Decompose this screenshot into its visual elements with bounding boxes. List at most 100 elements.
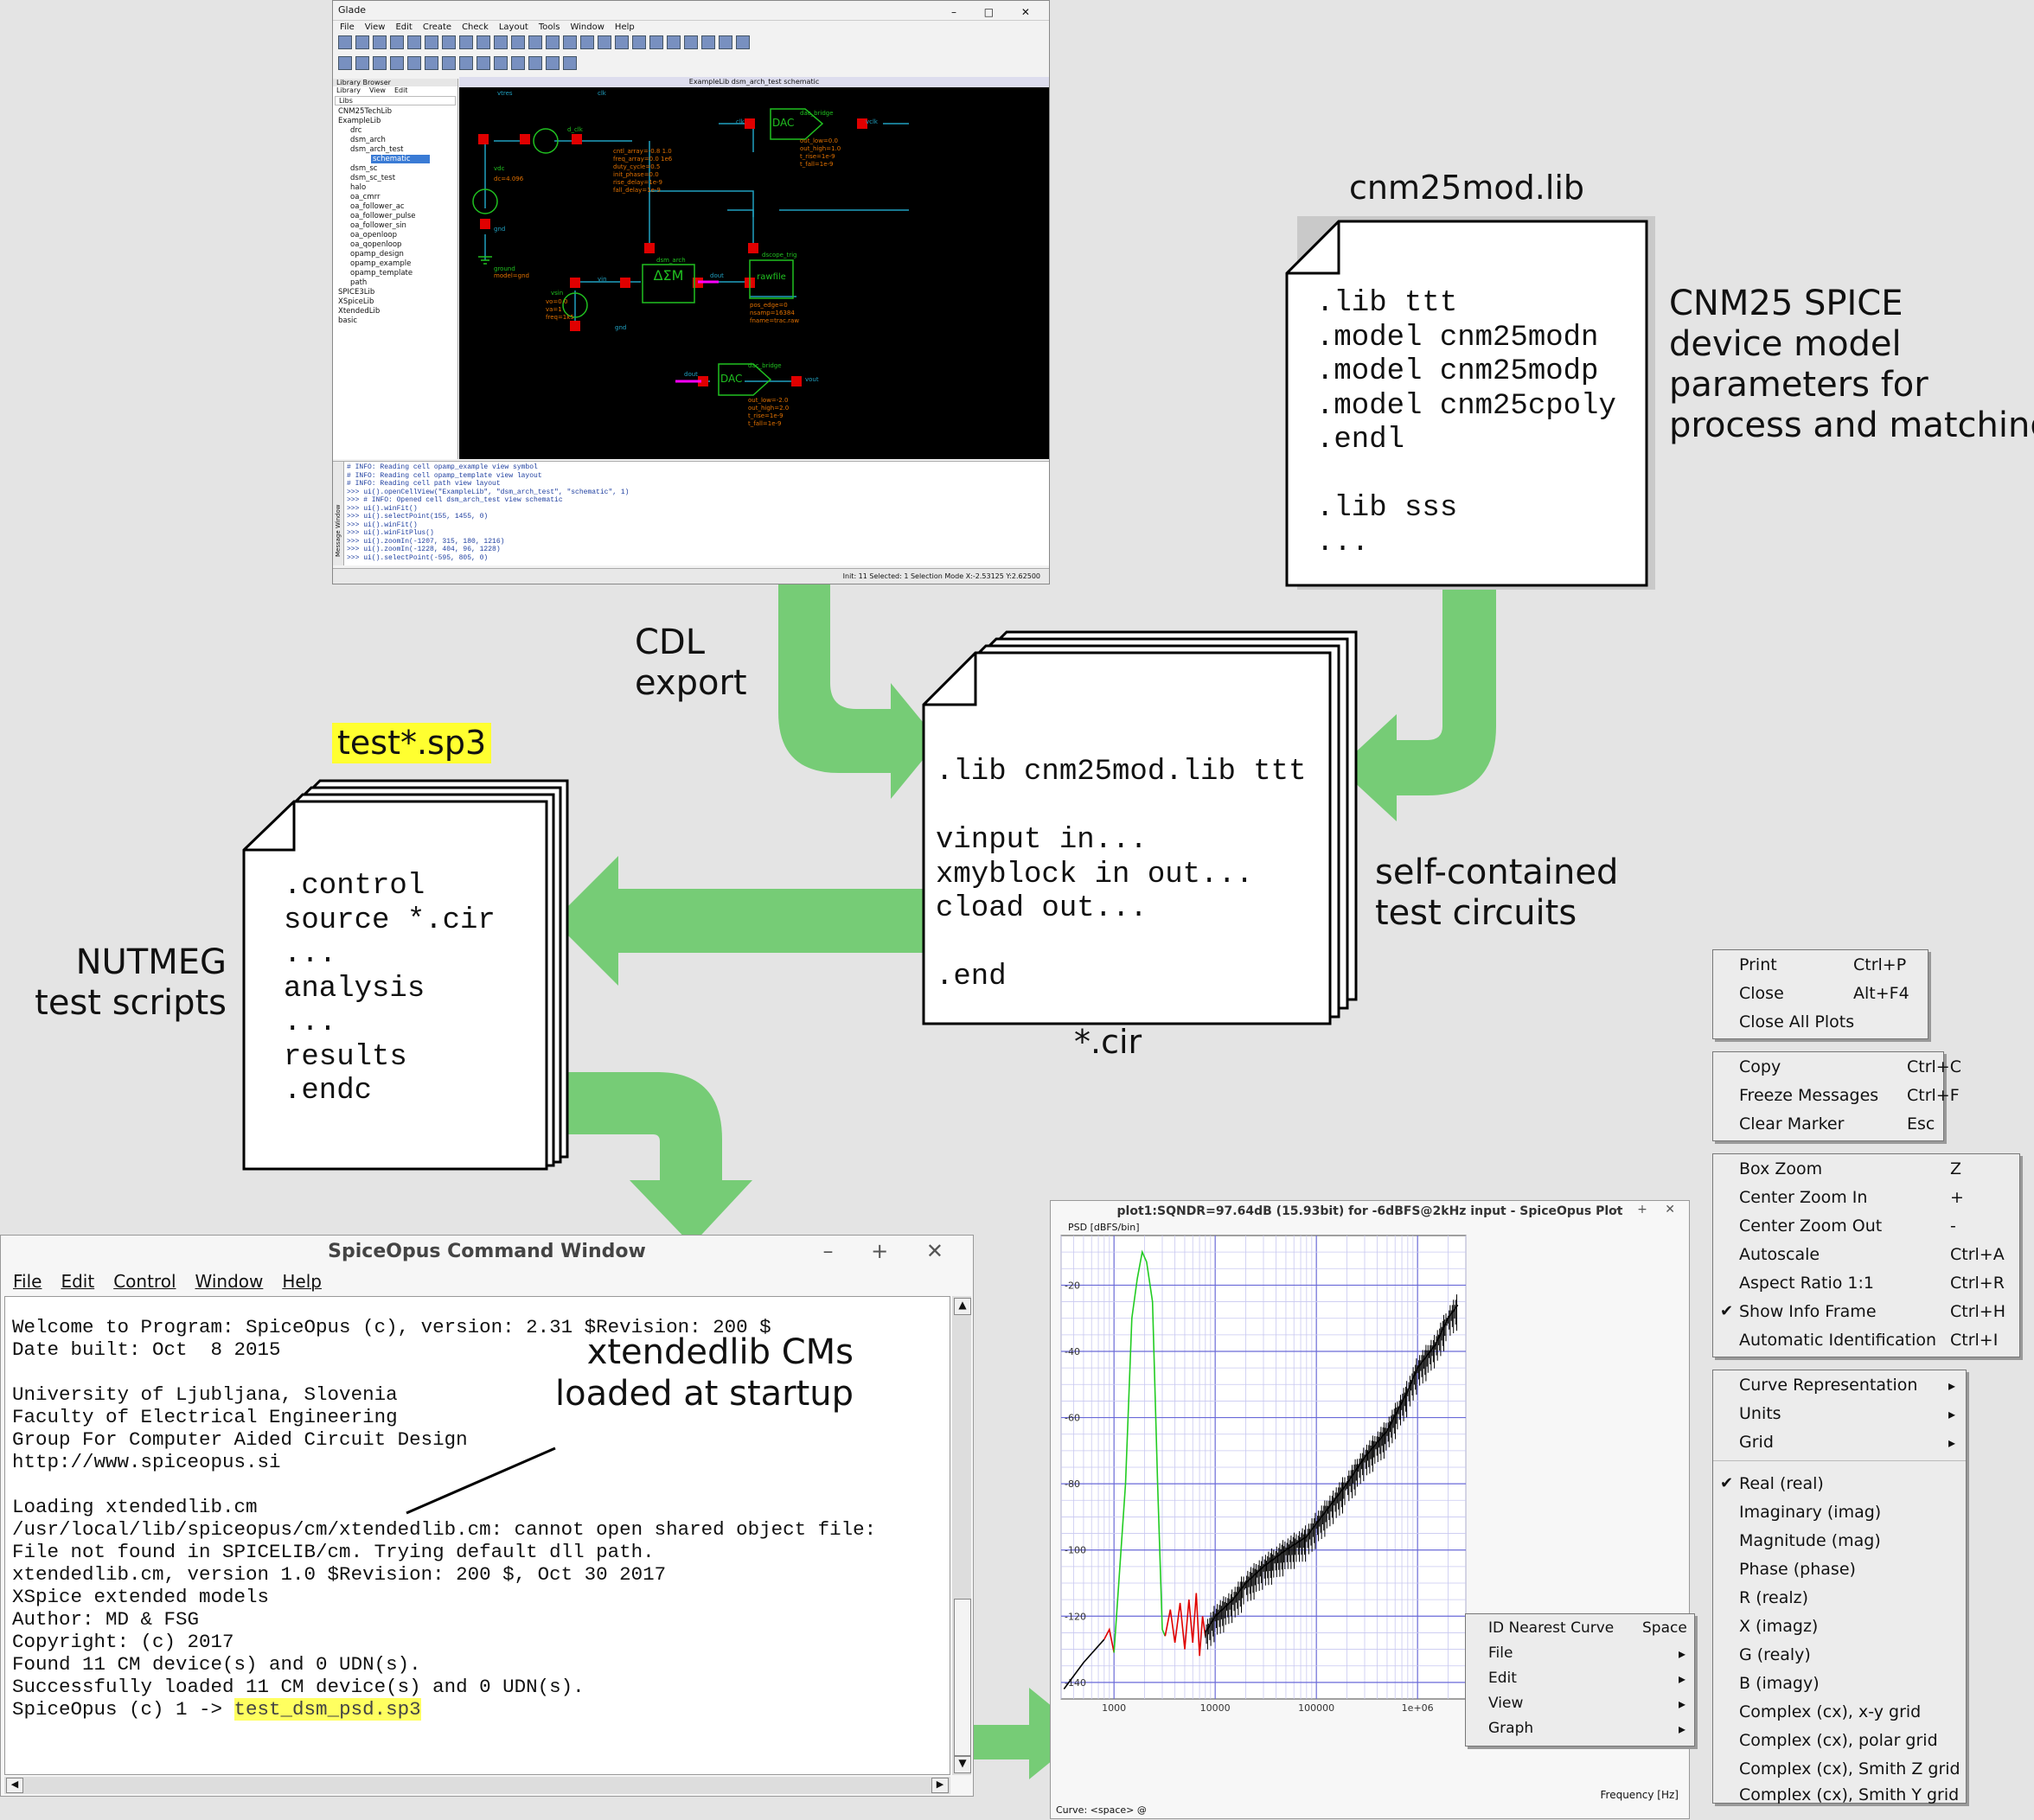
lib-tree-item[interactable]: XtendedLib [333, 307, 457, 316]
menu-item-autoscale[interactable]: Autoscale [1739, 1245, 1820, 1264]
scroll-thumb[interactable] [954, 1599, 971, 1756]
tool-icon[interactable] [425, 35, 438, 49]
lib-tree-item[interactable]: oa_follower_pulse [333, 212, 457, 221]
lib-tree-item[interactable]: oa_follower_ac [333, 202, 457, 212]
cmd-menu-edit[interactable]: Edit [61, 1268, 94, 1294]
glade-menu-edit[interactable]: Edit [395, 22, 412, 32]
lib-tree-item-selected[interactable]: schematic [371, 155, 430, 163]
menu-item-units[interactable]: Units [1739, 1404, 1781, 1423]
cmd-menu-control[interactable]: Control [113, 1268, 176, 1294]
lib-tree-item[interactable]: opamp_example [333, 259, 457, 269]
tool-icon[interactable] [373, 35, 387, 49]
tool-icon[interactable] [459, 35, 473, 49]
menu-item-cx-polar[interactable]: Complex (cx), polar grid [1739, 1731, 1938, 1750]
menu-item-cx-smith-z[interactable]: Complex (cx), Smith Z grid [1739, 1759, 1960, 1778]
scroll-right-icon[interactable]: ▶ [931, 1778, 949, 1793]
tool-icon[interactable] [511, 56, 525, 70]
lib-tree-item[interactable]: SPICE3Lib [333, 288, 457, 297]
tool-icon[interactable] [355, 56, 369, 70]
glade-menu-create[interactable]: Create [423, 22, 451, 32]
scroll-up-icon[interactable]: ▲ [954, 1298, 971, 1315]
tool-icon[interactable] [563, 35, 577, 49]
lib-tree-item[interactable]: dsm_arch_test [333, 145, 457, 155]
menu-item-close-all-plots[interactable]: Close All Plots [1739, 1012, 1854, 1031]
menu-item-copy[interactable]: Copy [1739, 1057, 1781, 1076]
tool-icon[interactable] [442, 35, 456, 49]
menu-item-aspect-ratio[interactable]: Aspect Ratio 1:1 [1739, 1274, 1874, 1293]
tool-icon[interactable] [667, 35, 681, 49]
menu-item-curve-representation[interactable]: Curve Representation [1739, 1376, 1917, 1395]
menu-item-phase[interactable]: Phase (phase) [1739, 1560, 1856, 1579]
lib-tree-item[interactable]: oa_cmrr [333, 193, 457, 202]
lib-tree-item[interactable]: oa_openloop [333, 231, 457, 240]
tool-icon[interactable] [459, 56, 473, 70]
tool-icon[interactable] [338, 35, 352, 49]
tool-icon[interactable] [425, 56, 438, 70]
menu-item-show-info-frame[interactable]: Show Info Frame [1739, 1302, 1877, 1321]
vertical-scrollbar[interactable]: ▲ ▼ [952, 1296, 971, 1775]
lib-menu-library[interactable]: Library [336, 86, 361, 94]
lib-menu-view[interactable]: View [369, 86, 386, 94]
tool-icon[interactable] [494, 35, 508, 49]
glade-menu-view[interactable]: View [365, 22, 386, 32]
command-output[interactable]: Welcome to Program: SpiceOpus (c), versi… [4, 1296, 950, 1775]
glade-window-controls[interactable]: – □ ✕ [951, 3, 1042, 22]
lib-tree-item[interactable]: oa_follower_sin [333, 221, 457, 231]
tool-icon[interactable] [390, 35, 404, 49]
lib-menu-edit[interactable]: Edit [394, 86, 408, 94]
menu-item-center-zoom-in[interactable]: Center Zoom In [1739, 1188, 1867, 1207]
tool-icon[interactable] [477, 35, 490, 49]
menu-item-center-zoom-out[interactable]: Center Zoom Out [1739, 1217, 1882, 1236]
tool-icon[interactable] [598, 35, 611, 49]
tool-icon[interactable] [390, 56, 404, 70]
tool-icon[interactable] [528, 56, 542, 70]
tool-icon[interactable] [442, 56, 456, 70]
menu-item-imagz[interactable]: X (imagz) [1739, 1617, 1818, 1636]
tool-icon[interactable] [477, 56, 490, 70]
menu-item-real[interactable]: Real (real) [1739, 1474, 1824, 1493]
tool-icon[interactable] [494, 56, 508, 70]
horizontal-scrollbar[interactable]: ◀ ▶ [4, 1777, 950, 1794]
lib-tree-item[interactable]: dsm_sc [333, 164, 457, 174]
tool-icon[interactable] [701, 35, 715, 49]
tool-icon[interactable] [546, 35, 560, 49]
menu-item-close[interactable]: Close [1739, 984, 1784, 1003]
popup-item-id-nearest-curve[interactable]: ID Nearest Curve [1488, 1619, 1614, 1637]
menu-item-print[interactable]: Print [1739, 955, 1777, 974]
menu-item-freeze-messages[interactable]: Freeze Messages [1739, 1086, 1878, 1105]
lib-tree-item[interactable]: XSpiceLib [333, 297, 457, 307]
tool-icon[interactable] [632, 35, 646, 49]
tool-icon[interactable] [373, 56, 387, 70]
menu-item-cx-smith-y[interactable]: Complex (cx), Smith Y grid [1739, 1787, 1959, 1804]
lib-tree-item[interactable]: drc [333, 126, 457, 136]
menu-item-clear-marker[interactable]: Clear Marker [1739, 1114, 1844, 1134]
menu-item-magnitude[interactable]: Magnitude (mag) [1739, 1531, 1881, 1550]
menu-item-grid[interactable]: Grid [1739, 1433, 1774, 1452]
popup-item-file[interactable]: File [1488, 1644, 1513, 1662]
scroll-down-icon[interactable]: ▼ [954, 1756, 971, 1773]
tool-icon[interactable] [649, 35, 663, 49]
cmd-menu-help[interactable]: Help [282, 1268, 322, 1294]
lib-tree-item[interactable]: CNM25TechLib [333, 107, 457, 117]
menu-item-imaginary[interactable]: Imaginary (imag) [1739, 1503, 1881, 1522]
lib-tree-item[interactable]: ExampleLib [333, 117, 457, 126]
lib-tree-item[interactable]: opamp_template [333, 269, 457, 278]
scroll-left-icon[interactable]: ◀ [6, 1778, 23, 1793]
tool-icon[interactable] [546, 56, 560, 70]
popup-item-view[interactable]: View [1488, 1695, 1523, 1712]
lib-tree-item[interactable]: dsm_arch [333, 136, 457, 145]
lib-tree-item[interactable]: basic [333, 316, 457, 326]
tool-icon[interactable] [407, 35, 421, 49]
glade-menu-check[interactable]: Check [462, 22, 489, 32]
cmd-menu-window[interactable]: Window [195, 1268, 264, 1294]
rawfile-block[interactable]: rawfile [750, 272, 793, 282]
glade-menu-layout[interactable]: Layout [499, 22, 528, 32]
glade-menu-help[interactable]: Help [615, 22, 635, 32]
menu-item-cx-xy[interactable]: Complex (cx), x-y grid [1739, 1702, 1921, 1721]
cmd-menu-file[interactable]: File [13, 1268, 42, 1294]
command-window-controls[interactable]: – + ✕ [823, 1239, 959, 1263]
tool-icon[interactable] [407, 56, 421, 70]
tool-icon[interactable] [684, 35, 698, 49]
menu-item-realy[interactable]: G (realy) [1739, 1645, 1811, 1664]
tool-icon[interactable] [528, 35, 542, 49]
